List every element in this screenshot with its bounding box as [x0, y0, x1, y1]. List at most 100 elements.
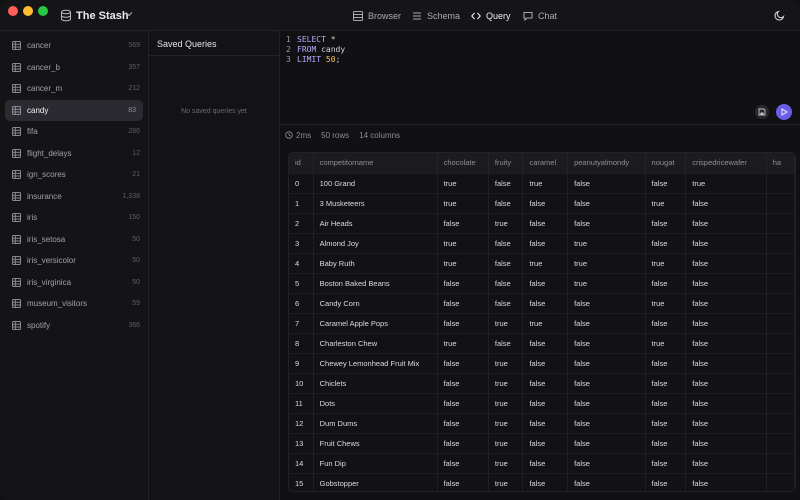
table-cell[interactable]: false: [437, 312, 489, 333]
column-header[interactable]: ha: [766, 153, 795, 173]
table-cell[interactable]: 10: [289, 372, 314, 393]
table-cell[interactable]: false: [437, 472, 489, 491]
table-cell[interactable]: false: [522, 292, 569, 313]
table-cell[interactable]: 11: [289, 392, 314, 413]
table-cell[interactable]: false: [685, 292, 767, 313]
table-cell[interactable]: false: [488, 172, 524, 193]
table-cell[interactable]: false: [645, 272, 687, 293]
table-cell[interactable]: true: [645, 332, 687, 353]
table-cell[interactable]: false: [522, 212, 569, 233]
table-cell[interactable]: 4: [289, 252, 314, 273]
table-row[interactable]: 14 Fun Dip false true false false false false: [289, 452, 795, 473]
table-cell[interactable]: Chiclets: [313, 372, 438, 393]
tab-query[interactable]: Query: [471, 9, 511, 23]
table-cell[interactable]: false: [437, 372, 489, 393]
table-cell[interactable]: false: [522, 232, 569, 253]
sidebar-item-iris[interactable]: iris 150: [0, 207, 148, 229]
table-cell[interactable]: false: [522, 192, 569, 213]
table-cell[interactable]: false: [488, 292, 524, 313]
table-cell[interactable]: Baby Ruth: [313, 252, 438, 273]
table-cell[interactable]: false: [645, 452, 687, 473]
table-row[interactable]: 7 Caramel Apple Pops false true true false fal…: [289, 312, 795, 333]
table-cell[interactable]: false: [685, 472, 767, 491]
table-cell[interactable]: false: [437, 452, 489, 473]
table-cell[interactable]: 3 Musketeers: [313, 192, 438, 213]
table-cell[interactable]: true: [437, 192, 489, 213]
table-cell[interactable]: false: [685, 252, 767, 273]
table-cell[interactable]: true: [437, 252, 489, 273]
table-cell[interactable]: false: [645, 312, 687, 333]
table-cell[interactable]: true: [488, 472, 524, 491]
table-cell[interactable]: true: [488, 352, 524, 373]
sidebar-item-iris-virginica[interactable]: iris_virginica 50: [0, 272, 148, 294]
table-cell[interactable]: false: [645, 472, 687, 491]
table-cell[interactable]: [766, 372, 795, 393]
table-cell[interactable]: 7: [289, 312, 314, 333]
table-row[interactable]: 2 Air Heads false true false false false false: [289, 212, 795, 233]
table-cell[interactable]: true: [645, 192, 687, 213]
table-cell[interactable]: Chewey Lemonhead Fruit Mix: [313, 352, 438, 373]
table-row[interactable]: 4 Baby Ruth true false true true true false: [289, 252, 795, 273]
sidebar-item-cancer-b[interactable]: cancer_b 357: [0, 57, 148, 79]
table-cell[interactable]: false: [685, 192, 767, 213]
table-cell[interactable]: false: [567, 192, 646, 213]
table-cell[interactable]: true: [488, 432, 524, 453]
table-cell[interactable]: Dots: [313, 392, 438, 413]
column-header[interactable]: competitorname: [313, 153, 438, 173]
sidebar-item-iris-versicolor[interactable]: iris_versicolor 50: [0, 250, 148, 272]
table-cell[interactable]: true: [437, 172, 489, 193]
table-cell[interactable]: Gobstopper: [313, 472, 438, 491]
table-row[interactable]: 8 Charleston Chew true false false false true f…: [289, 332, 795, 353]
table-cell[interactable]: [766, 452, 795, 473]
table-cell[interactable]: true: [488, 312, 524, 333]
sidebar-item-fifa[interactable]: fifa 286: [0, 121, 148, 143]
table-cell[interactable]: 13: [289, 432, 314, 453]
table-cell[interactable]: [766, 332, 795, 353]
table-cell[interactable]: Dum Dums: [313, 412, 438, 433]
minimize-window-button[interactable]: [23, 6, 33, 16]
save-query-button[interactable]: [755, 105, 769, 119]
table-cell[interactable]: [766, 312, 795, 333]
table-cell[interactable]: true: [685, 172, 767, 193]
table-row[interactable]: 13 Musketeers true false false false true fals…: [289, 192, 795, 213]
table-cell[interactable]: false: [522, 332, 569, 353]
app-title[interactable]: The Stash: [76, 10, 129, 22]
table-cell[interactable]: false: [567, 452, 646, 473]
table-cell[interactable]: 8: [289, 332, 314, 353]
table-cell[interactable]: false: [685, 212, 767, 233]
table-cell[interactable]: false: [567, 372, 646, 393]
table-cell[interactable]: true: [437, 232, 489, 253]
table-cell[interactable]: false: [645, 412, 687, 433]
table-cell[interactable]: true: [645, 292, 687, 313]
table-cell[interactable]: Fun Dip: [313, 452, 438, 473]
table-cell[interactable]: true: [488, 392, 524, 413]
table-cell[interactable]: false: [567, 412, 646, 433]
table-cell[interactable]: false: [522, 472, 569, 491]
table-cell[interactable]: false: [645, 392, 687, 413]
column-header[interactable]: id: [289, 153, 314, 173]
table-cell[interactable]: true: [437, 332, 489, 353]
table-cell[interactable]: true: [488, 372, 524, 393]
table-cell[interactable]: [766, 292, 795, 313]
table-cell[interactable]: false: [685, 312, 767, 333]
table-cell[interactable]: false: [567, 292, 646, 313]
table-cell[interactable]: false: [685, 432, 767, 453]
table-cell[interactable]: false: [522, 372, 569, 393]
table-cell[interactable]: 0: [289, 172, 314, 193]
table-cell[interactable]: false: [488, 192, 524, 213]
table-cell[interactable]: false: [685, 372, 767, 393]
maximize-window-button[interactable]: [38, 6, 48, 16]
table-cell[interactable]: true: [522, 252, 569, 273]
table-cell[interactable]: false: [522, 272, 569, 293]
table-row[interactable]: 10 Chiclets false true false false false false: [289, 372, 795, 393]
table-cell[interactable]: [766, 352, 795, 373]
tab-chat[interactable]: Chat: [523, 9, 557, 23]
table-cell[interactable]: [766, 272, 795, 293]
table-cell[interactable]: false: [645, 172, 687, 193]
table-cell[interactable]: false: [685, 232, 767, 253]
table-cell[interactable]: 3: [289, 232, 314, 253]
table-cell[interactable]: false: [522, 412, 569, 433]
table-cell[interactable]: false: [437, 212, 489, 233]
results-table-container[interactable]: id competitorname chocolate fruity caramel pe…: [288, 152, 796, 492]
table-cell[interactable]: 15: [289, 472, 314, 491]
